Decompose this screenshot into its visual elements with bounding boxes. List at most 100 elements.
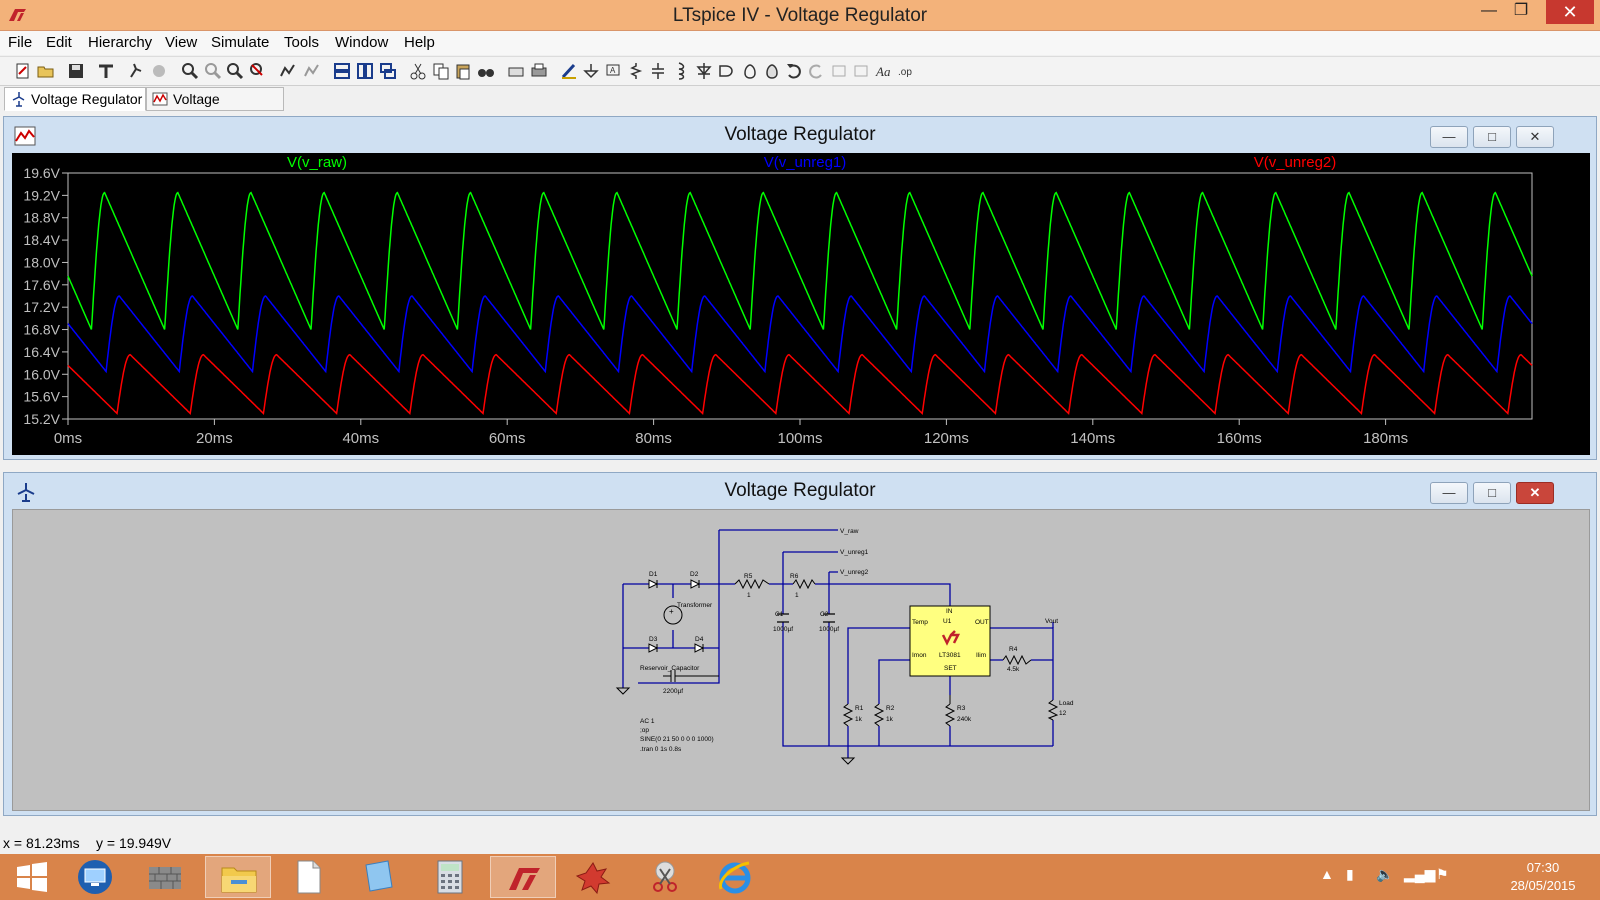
zoom-in-icon[interactable] <box>180 61 200 81</box>
halt-icon[interactable] <box>149 61 169 81</box>
cut-icon[interactable] <box>408 61 428 81</box>
svg-text:V_unreg2: V_unreg2 <box>840 569 869 576</box>
svg-text:D3: D3 <box>649 636 658 643</box>
draw-wire-icon[interactable] <box>559 61 579 81</box>
document-icon <box>297 860 321 894</box>
svg-text:Reservoir_Capacitor: Reservoir_Capacitor <box>640 665 700 672</box>
taskbar-firewall[interactable] <box>132 856 198 898</box>
schematic-drawing[interactable]: + IN U1 Temp OUT Imon Ilim LT3081 SET V_… <box>13 510 1589 810</box>
schematic-minimize-button[interactable]: — <box>1430 482 1468 504</box>
run-icon[interactable] <box>126 61 146 81</box>
label-net-icon[interactable]: A <box>603 61 623 81</box>
network-icon[interactable]: ▂▄▆ <box>1404 866 1435 883</box>
menu-tools[interactable]: Tools <box>284 34 319 51</box>
svg-text:Vout: Vout <box>1045 618 1058 625</box>
y-tick-label: 15.2V <box>23 411 60 427</box>
print-icon[interactable] <box>529 61 549 81</box>
open-icon[interactable] <box>36 61 56 81</box>
taskbar-document[interactable] <box>275 856 341 898</box>
taskbar-remote-desktop[interactable] <box>62 856 128 898</box>
taskbar-notepad[interactable] <box>345 856 411 898</box>
menu-help[interactable]: Help <box>404 34 435 51</box>
rotate-icon[interactable] <box>829 61 849 81</box>
start-icon <box>17 862 47 892</box>
x-tick-label: 160ms <box>1217 430 1262 447</box>
save-icon[interactable] <box>66 61 86 81</box>
volume-icon[interactable]: 🔈 <box>1376 866 1393 883</box>
game-icon <box>575 862 611 895</box>
inductor-icon[interactable] <box>670 61 690 81</box>
svg-text:1000µf: 1000µf <box>773 626 793 633</box>
drag-icon[interactable] <box>762 61 782 81</box>
resistor-icon[interactable] <box>626 61 646 81</box>
redo-icon[interactable] <box>806 61 826 81</box>
legend-v-v-raw-: V(v_raw) <box>287 154 347 171</box>
diode-icon[interactable] <box>694 61 714 81</box>
mirror-icon[interactable] <box>851 61 871 81</box>
tab-waveform[interactable]: Voltage Regulator <box>146 87 284 129</box>
undo-icon[interactable] <box>784 61 804 81</box>
tile-vertical-icon[interactable] <box>355 61 375 81</box>
waveform-chart[interactable]: 19.6V 19.2V 18.8V 18.4V 18.0V 17.6V 17.2V 16.8V… <box>12 153 1590 455</box>
waveform-close-button[interactable]: ✕ <box>1516 126 1554 148</box>
taskbar-internet-explorer[interactable] <box>702 856 768 898</box>
taskbar-game[interactable] <box>560 856 626 898</box>
svg-text:R5: R5 <box>744 573 753 580</box>
svg-text:2200µf: 2200µf <box>663 688 683 695</box>
taskbar-calculator[interactable] <box>417 856 483 898</box>
window-title: LTspice IV - Voltage Regulator <box>672 5 928 26</box>
text-icon[interactable]: Aa <box>874 61 894 81</box>
tile-horizontal-icon[interactable] <box>332 61 352 81</box>
svg-text:U1: U1 <box>943 618 952 625</box>
find-icon[interactable] <box>476 61 496 81</box>
cascade-icon[interactable] <box>378 61 398 81</box>
capacitor-icon[interactable] <box>648 61 668 81</box>
menu-simulate[interactable]: Simulate <box>211 34 269 51</box>
pan-icon[interactable] <box>203 61 223 81</box>
start-button[interactable] <box>0 856 66 898</box>
zoom-out-icon[interactable] <box>225 61 245 81</box>
schematic-close-button[interactable]: ✕ <box>1516 482 1554 504</box>
maximize-button[interactable]: ❐ <box>1500 0 1542 24</box>
svg-text:+: + <box>669 607 674 616</box>
plot-frame <box>67 172 1533 420</box>
autorange-icon[interactable] <box>278 61 298 81</box>
schematic-maximize-button[interactable]: □ <box>1473 482 1511 504</box>
move-icon[interactable] <box>740 61 760 81</box>
power-icon[interactable]: ▮ <box>1346 866 1354 883</box>
paste-icon[interactable] <box>453 61 473 81</box>
menu-window[interactable]: Window <box>335 34 388 51</box>
taskbar-file-explorer[interactable] <box>205 856 271 898</box>
ground-icon[interactable] <box>581 61 601 81</box>
control-panel-icon[interactable] <box>96 61 116 81</box>
print-preview-icon[interactable] <box>506 61 526 81</box>
waveform-minimize-button[interactable]: — <box>1430 126 1468 148</box>
y-tick-label: 16.4V <box>23 344 60 360</box>
tab-label: Voltage Regulator <box>31 91 143 107</box>
calculator-icon <box>437 860 463 894</box>
svg-text:Ilim: Ilim <box>976 652 986 659</box>
waveform-plot[interactable]: 19.6V 19.2V 18.8V 18.4V 18.0V 17.6V 17.2V 16.8V… <box>12 153 1590 455</box>
system-clock[interactable]: 07:30 28/05/2015 <box>1498 859 1588 895</box>
svg-text:1: 1 <box>795 592 799 599</box>
new-schematic-icon[interactable] <box>13 61 33 81</box>
taskbar-snipping-tool[interactable] <box>632 856 698 898</box>
svg-text:LT3081: LT3081 <box>939 652 961 659</box>
component-icon[interactable] <box>717 61 737 81</box>
action-center-icon[interactable]: ⚑ <box>1436 866 1449 883</box>
trace-icon[interactable] <box>302 61 322 81</box>
zoom-fit-icon[interactable] <box>248 61 268 81</box>
menu-hierarchy[interactable]: Hierarchy <box>88 34 152 51</box>
waveform-maximize-button[interactable]: □ <box>1473 126 1511 148</box>
taskbar-ltspice[interactable] <box>490 856 556 898</box>
show-hidden-icons-icon[interactable]: ▲ <box>1320 866 1334 882</box>
close-button[interactable]: ✕ <box>1546 0 1594 24</box>
copy-icon[interactable] <box>431 61 451 81</box>
menu-file[interactable]: File <box>8 34 32 51</box>
menu-edit[interactable]: Edit <box>46 34 72 51</box>
schematic-canvas[interactable]: + IN U1 Temp OUT Imon Ilim LT3081 SET V_… <box>12 509 1590 811</box>
spice-directive-icon[interactable]: .op <box>897 61 917 81</box>
svg-text:IN: IN <box>946 608 953 615</box>
menu-view[interactable]: View <box>165 34 197 51</box>
tab-schematic[interactable]: Voltage Regulator <box>4 87 146 111</box>
